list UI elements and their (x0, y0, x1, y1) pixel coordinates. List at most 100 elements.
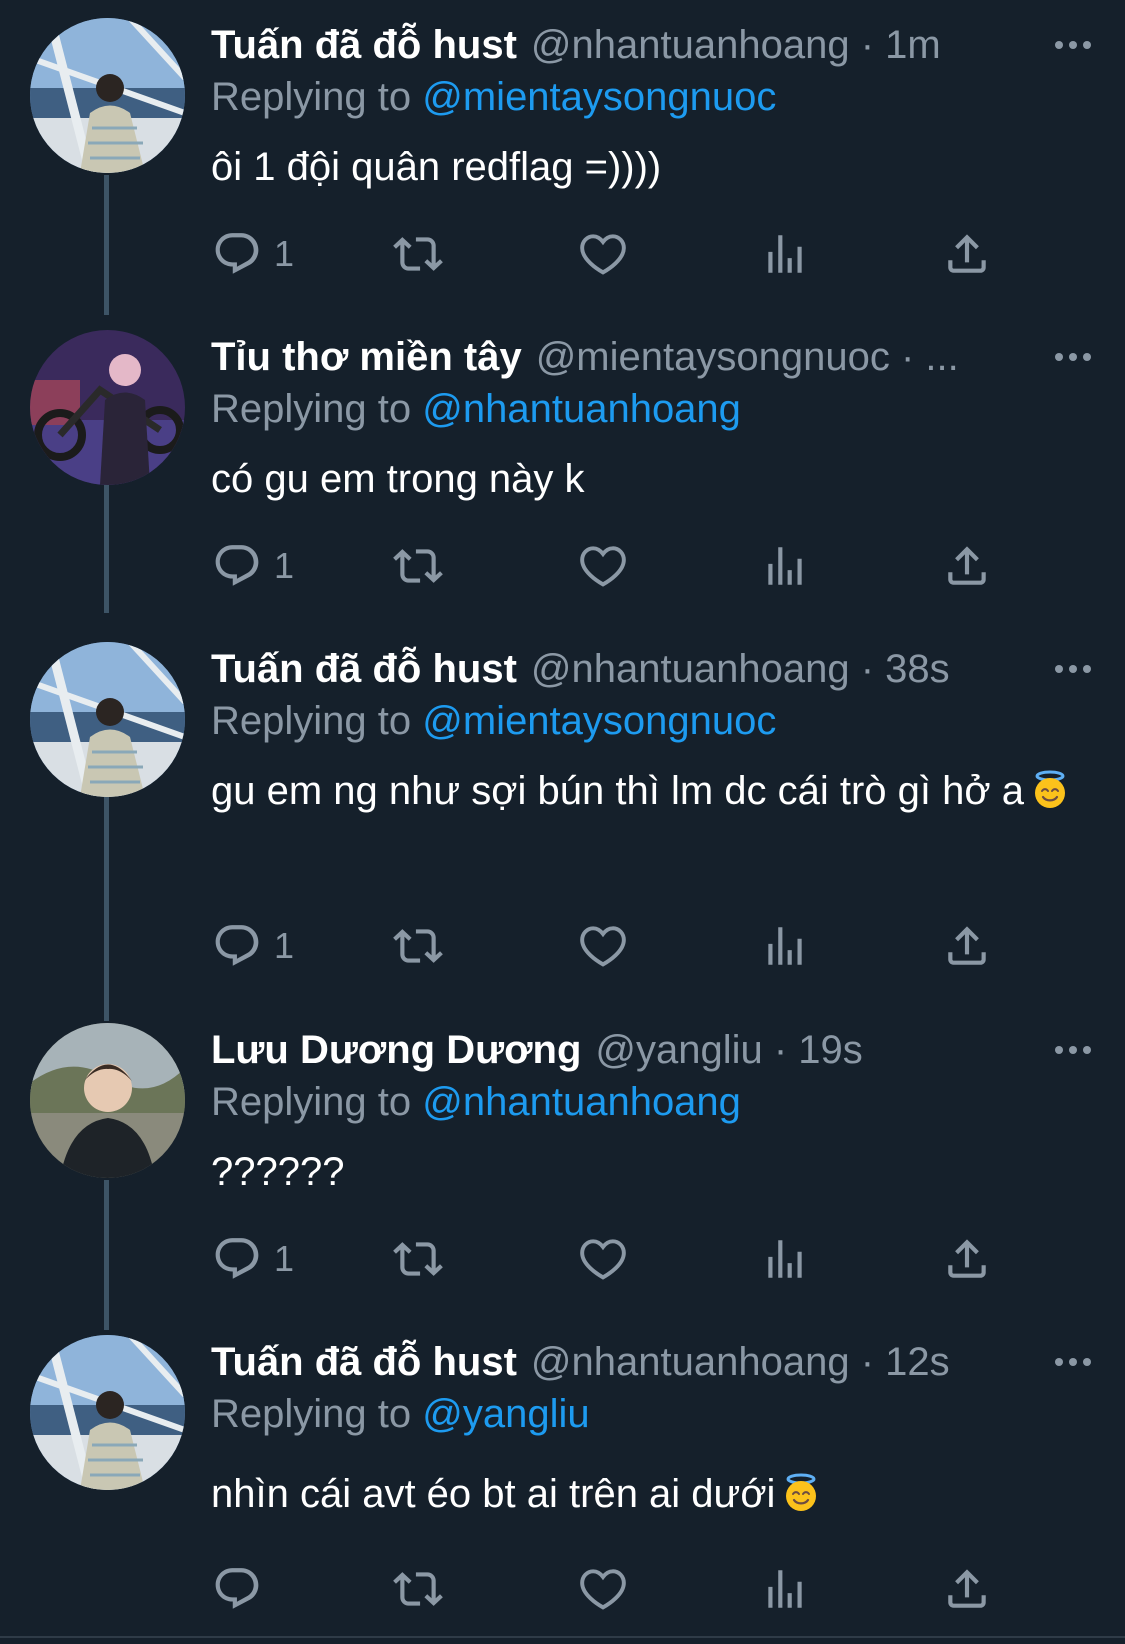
tweet-header: Tỉu thơ miền tây @mientaysongnuoc · ... (211, 332, 1105, 382)
share-icon (942, 229, 992, 279)
reply-count: 1 (274, 925, 295, 966)
tweet-actions (0, 1559, 1125, 1619)
tweet-text: ?????? (211, 1139, 1091, 1205)
reply-icon (212, 541, 262, 591)
tweet-text: gu em ng như sợi bún thì lm dc cái trò g… (211, 758, 1091, 824)
share-icon (942, 541, 992, 591)
reply-button[interactable]: 1 (212, 1229, 294, 1289)
like-icon (578, 229, 628, 279)
display-name[interactable]: Tuấn đã đỗ hust (211, 644, 517, 694)
reply-icon (212, 229, 262, 279)
reply-icon (212, 921, 262, 971)
retweet-icon (393, 541, 443, 591)
tweet[interactable]: Tuấn đã đỗ hust @nhantuanhoang · 38s Rep… (0, 624, 1125, 1004)
share-button[interactable] (942, 224, 992, 284)
mention-link[interactable]: @nhantuanhoang (422, 387, 741, 431)
tweet[interactable]: Tuấn đã đỗ hust @nhantuanhoang · 1m Repl… (0, 0, 1125, 310)
retweet-icon (393, 1234, 443, 1284)
views-button[interactable] (760, 1229, 810, 1289)
retweet-button[interactable] (393, 1229, 443, 1289)
share-button[interactable] (942, 1229, 992, 1289)
retweet-button[interactable] (393, 1559, 443, 1619)
tweet-text-content: ?????? (211, 1150, 345, 1194)
views-icon (760, 1234, 810, 1284)
mention-link[interactable]: @yangliu (422, 1392, 589, 1436)
display-name[interactable]: Tuấn đã đỗ hust (211, 20, 517, 70)
retweet-icon (393, 1564, 443, 1614)
avatar[interactable] (30, 330, 185, 485)
like-icon (578, 1234, 628, 1284)
more-options-icon[interactable] (1055, 644, 1091, 694)
like-button[interactable] (578, 536, 628, 596)
tweet-text-content: nhìn cái avt éo bt ai trên ai dưới (211, 1472, 776, 1516)
reply-button[interactable]: 1 (212, 916, 294, 976)
more-options-icon[interactable] (1055, 332, 1091, 382)
retweet-icon (393, 921, 443, 971)
retweet-button[interactable] (393, 536, 443, 596)
tweet-text: ôi 1 đội quân redflag =)))) (211, 134, 1091, 200)
retweet-button[interactable] (393, 916, 443, 976)
display-name[interactable]: Tỉu thơ miền tây (211, 332, 522, 382)
mention-link[interactable]: @mientaysongnuoc (422, 699, 776, 743)
views-button[interactable] (760, 224, 810, 284)
tweet[interactable]: Lưu Dương Dương @yangliu · 19s Replying … (0, 1005, 1125, 1315)
more-options-icon[interactable] (1055, 1025, 1091, 1075)
share-button[interactable] (942, 916, 992, 976)
views-button[interactable] (760, 536, 810, 596)
replying-to-label: Replying to (211, 75, 412, 119)
more-options-icon[interactable] (1055, 1337, 1091, 1387)
handle-and-time[interactable]: @nhantuanhoang · 38s (531, 644, 950, 694)
retweet-button[interactable] (393, 224, 443, 284)
retweet-icon (393, 229, 443, 279)
reply-button[interactable] (212, 1559, 274, 1619)
replying-to: Replying to @mientaysongnuoc (211, 72, 776, 122)
tweet-actions: 1 (0, 536, 1125, 596)
tweet-actions: 1 (0, 916, 1125, 976)
handle-and-time[interactable]: @yangliu · 19s (595, 1025, 862, 1075)
like-icon (578, 921, 628, 971)
views-button[interactable] (760, 1559, 810, 1619)
like-button[interactable] (578, 1229, 628, 1289)
replying-to-label: Replying to (211, 699, 412, 743)
replying-to: Replying to @nhantuanhoang (211, 1077, 741, 1127)
views-icon (760, 541, 810, 591)
views-button[interactable] (760, 916, 810, 976)
tweet-actions: 1 (0, 224, 1125, 284)
tweet[interactable]: Tuấn đã đỗ hust @nhantuanhoang · 12s Rep… (0, 1317, 1125, 1637)
handle-and-time[interactable]: @nhantuanhoang · 12s (531, 1337, 950, 1387)
replying-to-label: Replying to (211, 387, 412, 431)
more-options-icon[interactable] (1055, 20, 1091, 70)
like-button[interactable] (578, 1559, 628, 1619)
divider (0, 1636, 1125, 1638)
like-icon (578, 1564, 628, 1614)
replying-to-label: Replying to (211, 1392, 412, 1436)
reply-count: 1 (274, 545, 295, 586)
tweet-text: có gu em trong này k (211, 446, 1091, 512)
tweet-header: Tuấn đã đỗ hust @nhantuanhoang · 1m (211, 20, 1105, 70)
reply-button[interactable]: 1 (212, 224, 294, 284)
avatar[interactable] (30, 642, 185, 797)
tweet[interactable]: Tỉu thơ miền tây @mientaysongnuoc · ... … (0, 312, 1125, 622)
reply-icon (212, 1564, 262, 1614)
handle-and-time[interactable]: @nhantuanhoang · 1m (531, 20, 941, 70)
like-button[interactable] (578, 916, 628, 976)
handle-and-time[interactable]: @mientaysongnuoc · ... (536, 332, 959, 382)
share-icon (942, 1234, 992, 1284)
share-button[interactable] (942, 536, 992, 596)
tweet-text-content: ôi 1 đội quân redflag =)))) (211, 145, 662, 189)
display-name[interactable]: Tuấn đã đỗ hust (211, 1337, 517, 1387)
avatar[interactable] (30, 18, 185, 173)
display-name[interactable]: Lưu Dương Dương (211, 1025, 581, 1075)
smiling-face-with-halo-emoji (1030, 770, 1070, 810)
mention-link[interactable]: @nhantuanhoang (422, 1080, 741, 1124)
reply-button[interactable]: 1 (212, 536, 294, 596)
avatar[interactable] (30, 1023, 185, 1178)
avatar[interactable] (30, 1335, 185, 1490)
tweet-text: nhìn cái avt éo bt ai trên ai dưới (211, 1461, 1091, 1527)
share-icon (942, 921, 992, 971)
reply-icon (212, 1234, 262, 1284)
share-button[interactable] (942, 1559, 992, 1619)
mention-link[interactable]: @mientaysongnuoc (422, 75, 776, 119)
like-button[interactable] (578, 224, 628, 284)
tweet-header: Tuấn đã đỗ hust @nhantuanhoang · 38s (211, 644, 1105, 694)
